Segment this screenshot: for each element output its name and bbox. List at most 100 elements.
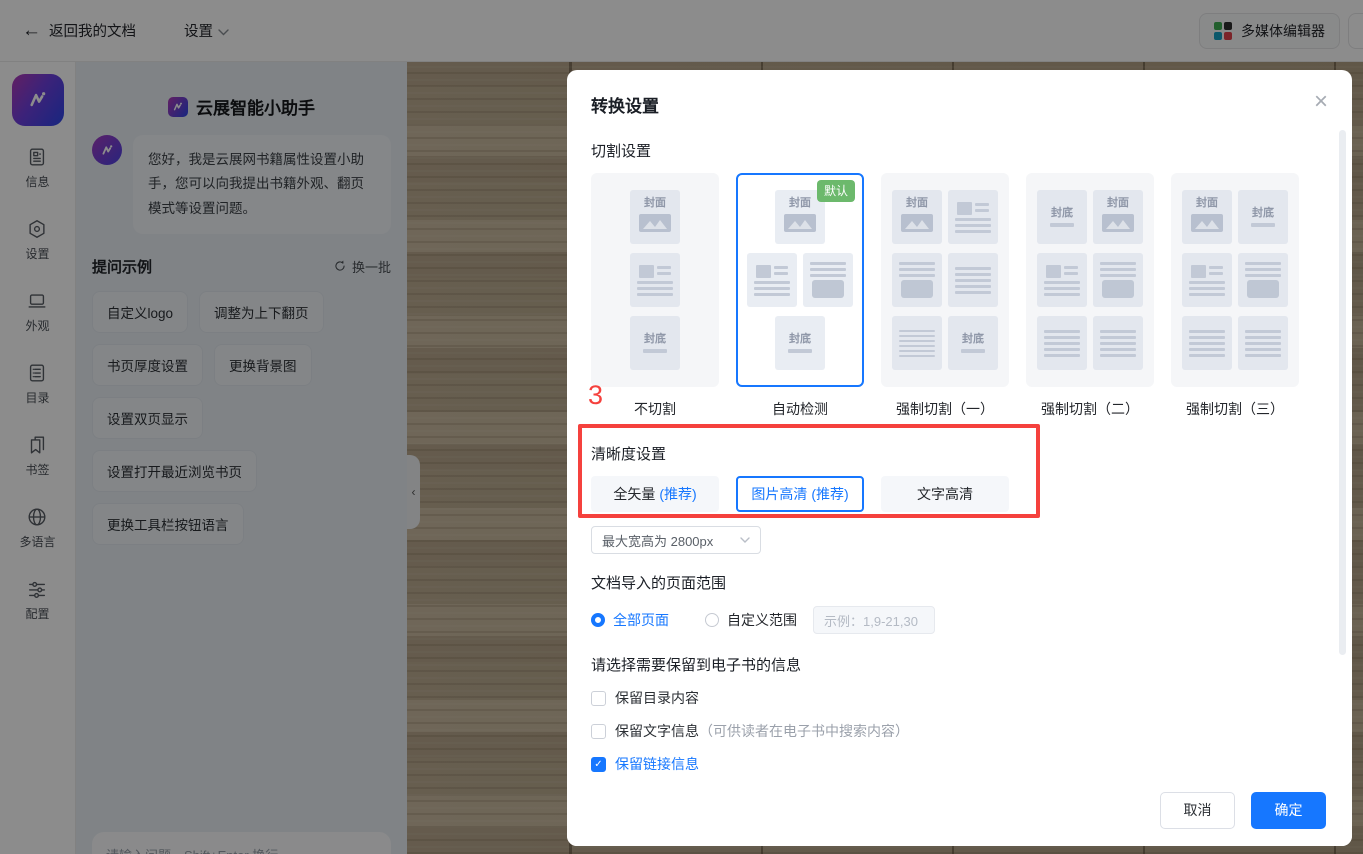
thumb-line — [899, 355, 935, 357]
thumb-line — [899, 340, 935, 342]
cancel-button[interactable]: 取消 — [1160, 792, 1235, 829]
modal-scrollbar[interactable] — [1339, 130, 1346, 655]
thumb-line — [754, 293, 790, 296]
back-cover-label: 封底 — [1051, 207, 1073, 220]
cut-option-card[interactable]: 封面封底 — [1171, 173, 1299, 387]
thumb-line — [899, 335, 935, 337]
custom-range-input[interactable]: 示例：1,9-21,30 — [813, 606, 935, 634]
thumb-page-para — [892, 316, 942, 370]
cut-option-3: 封底封面强制切割（二） — [1026, 173, 1154, 419]
cut-options: 封面封底不切割默认封面封底自动检测封面封底强制切割（一）封底封面强制切割（二）封… — [591, 173, 1328, 419]
thumb-image-block — [957, 202, 972, 215]
thumb-line — [1209, 272, 1223, 275]
cover-label: 封面 — [906, 197, 928, 210]
thumb-line — [1189, 354, 1225, 357]
thumb-line — [899, 274, 935, 277]
thumb-image-text — [639, 265, 671, 278]
thumb-line — [1044, 336, 1080, 339]
cut-option-card[interactable]: 默认封面封底 — [736, 173, 864, 387]
keep-option-label[interactable]: 保留链接信息 — [615, 754, 699, 774]
thumb-row: 封底 封面 — [1037, 190, 1143, 244]
thumb-line — [1245, 342, 1281, 345]
checkbox-unchecked[interactable] — [591, 724, 606, 739]
thumb-line — [1100, 268, 1136, 271]
thumb-row: 封面封底 — [1182, 190, 1288, 244]
thumb-line — [975, 203, 989, 206]
thumb-line — [955, 285, 991, 288]
thumb-line — [955, 279, 991, 282]
thumb-page-imgbig — [892, 253, 942, 307]
thumb-side-lines — [657, 265, 671, 275]
cover-label: 封面 — [789, 197, 811, 210]
thumb-line — [657, 272, 671, 275]
app-root: ← 返回我的文档 设置 多媒体编辑器 信息设置外观目录书签多语言配置 云展智能小… — [0, 0, 1363, 854]
thumb-page-cover: 封面 — [892, 190, 942, 244]
cover-image-icon — [1191, 214, 1223, 237]
thumb-row: 封底 — [892, 316, 998, 370]
thumb-line — [657, 266, 671, 269]
cut-option-1: 默认封面封底自动检测 — [736, 173, 864, 419]
thumb-row — [630, 253, 680, 307]
thumb-page-lines — [1037, 316, 1087, 370]
keep-section-title: 请选择需要保留到电子书的信息 — [591, 654, 1328, 675]
thumb-line — [637, 293, 673, 296]
keep-option-label[interactable]: 保留文字信息 — [615, 721, 699, 741]
thumb-line — [810, 268, 846, 271]
checkbox-unchecked[interactable] — [591, 691, 606, 706]
clarity-option-label: 文字高清 — [917, 484, 973, 504]
thumb-page-back: 封底 — [1037, 190, 1087, 244]
thumb-line — [774, 272, 788, 275]
thumb-line — [1245, 348, 1281, 351]
dialog-title: 转换设置 — [567, 70, 1352, 117]
thumb-line — [810, 274, 846, 277]
thumb-line — [810, 262, 846, 265]
clarity-option-label: 图片高清 — [751, 484, 807, 504]
thumb-row — [1182, 316, 1288, 370]
thumb-line — [899, 345, 935, 347]
cut-option-card[interactable]: 封面封底 — [881, 173, 1009, 387]
keep-option-label[interactable]: 保留目录内容 — [615, 688, 699, 708]
keep-option-row: 保留文字信息（可供读者在电子书中搜索内容） — [591, 721, 1328, 741]
thumb-line — [1100, 342, 1136, 345]
clarity-option-0[interactable]: 全矢量(推荐) — [591, 476, 719, 512]
thumb-line — [1189, 342, 1225, 345]
thumb-line — [1044, 330, 1080, 333]
thumb-line — [1044, 354, 1080, 357]
all-pages-radio[interactable] — [591, 613, 605, 627]
recommended-tag: (推荐) — [659, 484, 696, 504]
chevron-down-icon — [740, 537, 750, 543]
thumb-page-imgleft — [747, 253, 797, 307]
thumb-line — [1100, 354, 1136, 357]
thumb-line — [955, 224, 991, 227]
dialog-footer: 取消 确定 — [567, 774, 1352, 846]
thumb-page-imgleft — [948, 190, 998, 244]
clarity-option-2[interactable]: 文字高清 — [881, 476, 1009, 512]
close-icon[interactable]: × — [1314, 90, 1328, 114]
checkbox-checked[interactable]: ✓ — [591, 757, 606, 772]
thumb-line — [1100, 262, 1136, 265]
custom-range-label[interactable]: 自定义范围 — [727, 610, 797, 630]
custom-range-radio[interactable] — [705, 613, 719, 627]
cover-label: 封面 — [1107, 197, 1129, 210]
clarity-option-1[interactable]: 图片高清(推荐) — [736, 476, 864, 512]
thumb-line — [955, 218, 991, 221]
cut-option-label: 自动检测 — [736, 399, 864, 419]
clarity-option-label: 全矢量 — [613, 484, 655, 504]
all-pages-label[interactable]: 全部页面 — [613, 610, 669, 630]
max-size-value: 最大宽高为 2800px — [602, 531, 713, 550]
thumb-line — [637, 281, 673, 284]
max-size-select[interactable]: 最大宽高为 2800px — [591, 526, 761, 554]
cut-option-card[interactable]: 封底 封面 — [1026, 173, 1154, 387]
thumb-image-block — [1191, 265, 1206, 278]
thumb-page-imgbig — [803, 253, 853, 307]
thumb-image-block — [756, 265, 771, 278]
conversion-settings-dialog: 转换设置 × 切割设置 封面封底不切割默认封面封底自动检测封面封底强制切割（一）… — [567, 70, 1352, 846]
thumb-row — [892, 253, 998, 307]
thumb-page-back: 封底 — [948, 316, 998, 370]
thumb-line — [1245, 354, 1281, 357]
confirm-button[interactable]: 确定 — [1251, 792, 1326, 829]
cut-section-title: 切割设置 — [591, 140, 1328, 161]
cut-option-card[interactable]: 封面封底 — [591, 173, 719, 387]
thumb-line — [955, 230, 991, 233]
thumb-line — [1245, 262, 1281, 265]
